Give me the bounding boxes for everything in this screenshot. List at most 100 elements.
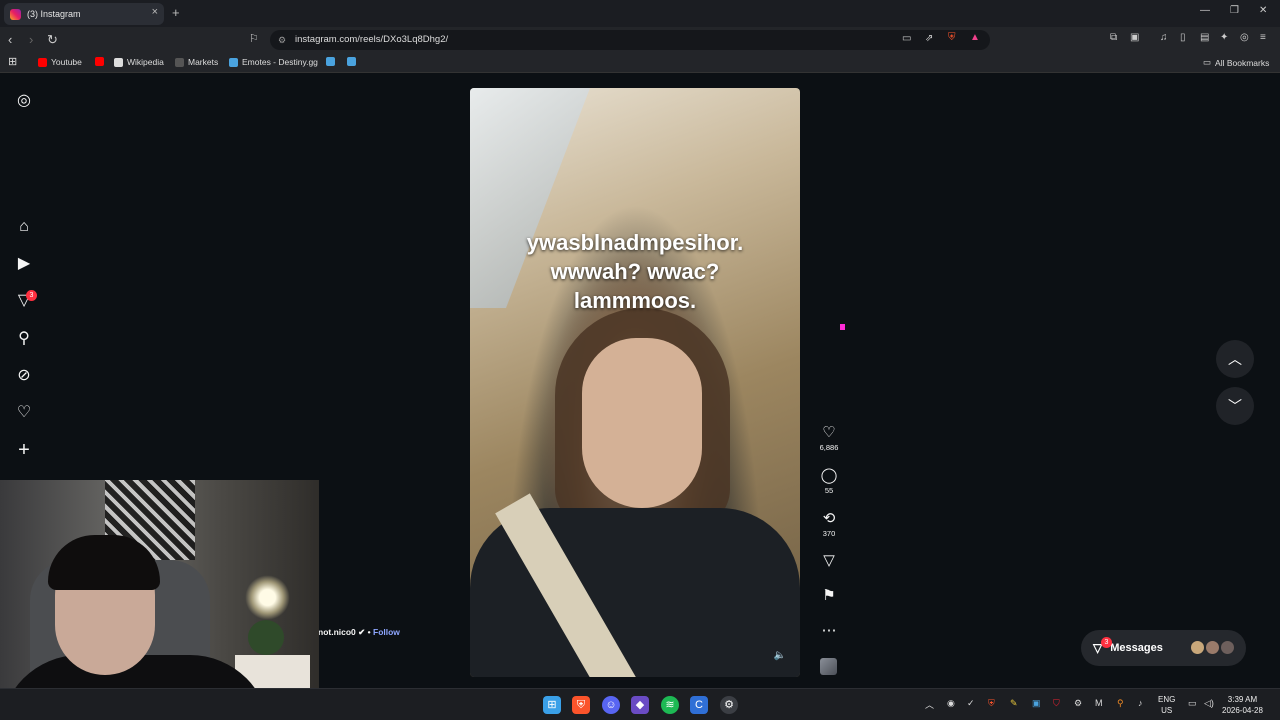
bookmark-youtube[interactable]: Youtube: [38, 57, 82, 67]
like-icon[interactable]: ♡: [815, 424, 843, 442]
close-window-icon[interactable]: ✕: [1259, 5, 1267, 16]
tray-app-icon[interactable]: ▣: [1032, 698, 1041, 709]
bookmark-label: Youtube: [51, 57, 82, 67]
network-icon[interactable]: ▭: [1188, 698, 1197, 709]
browser-tab[interactable]: (3) Instagram ×: [4, 3, 164, 25]
video-face: [582, 338, 702, 508]
plant: [248, 620, 284, 655]
steam-app-icon[interactable]: ⚙: [720, 696, 738, 714]
forward-icon[interactable]: ›: [29, 32, 33, 47]
volume-icon[interactable]: 🔈: [774, 650, 786, 661]
brave-shields-icon[interactable]: ⛨: [948, 32, 956, 43]
bookmark-icon[interactable]: ⚐: [249, 32, 259, 45]
destiny-icon: [347, 57, 356, 66]
bookmark-destiny-emotes[interactable]: Emotes - Destiny.gg: [229, 57, 318, 67]
more-options-icon[interactable]: ⋯: [815, 622, 843, 640]
instagram-logo-icon[interactable]: ◎: [15, 92, 33, 110]
messages-label: Messages: [1110, 642, 1163, 654]
bookmark-save-icon[interactable]: ⚑: [815, 587, 843, 605]
bookmark-destiny-1[interactable]: [326, 57, 335, 66]
tray-steam-icon[interactable]: ✓: [967, 698, 975, 709]
more-action[interactable]: ⋯: [815, 622, 843, 640]
new-tab-icon[interactable]: +: [172, 5, 180, 20]
send-icon[interactable]: ▽: [815, 552, 843, 570]
start-windows-icon[interactable]: ⊞: [543, 696, 561, 714]
c-app-icon[interactable]: C: [690, 696, 708, 714]
address-toolbar: ‹ › ↻ ⚐ ⚙ instagram.com/reels/DXo3Lq8Dhg…: [0, 27, 1280, 53]
brave-rewards-icon[interactable]: ▲: [970, 32, 980, 43]
next-reel-button[interactable]: ﹀: [1216, 387, 1254, 425]
audio-thumbnail[interactable]: [820, 658, 837, 675]
bookmark-wikipedia[interactable]: Wikipedia: [114, 57, 164, 67]
explore-icon[interactable]: ⊘: [15, 367, 33, 385]
system-clock[interactable]: 3:39 AM 2026-04-28: [1222, 694, 1263, 716]
repost-action[interactable]: ⟲ 370: [815, 510, 843, 538]
tray-search-icon[interactable]: ⚲: [1117, 698, 1124, 709]
cast-icon[interactable]: ▭: [902, 33, 911, 44]
language-code: ENG: [1158, 695, 1176, 704]
extensions-icon[interactable]: ⧉: [1110, 32, 1117, 43]
reels-icon[interactable]: ▶: [15, 255, 33, 273]
apps-grid-icon[interactable]: ⊞: [8, 55, 17, 68]
wallet-icon[interactable]: ▤: [1200, 32, 1209, 43]
all-bookmarks-label: All Bookmarks: [1215, 57, 1270, 68]
microphone-icon[interactable]: ♪: [1138, 698, 1143, 708]
chevron-down-icon: ﹀: [1228, 398, 1242, 414]
spotify-app-icon[interactable]: ≋: [661, 696, 679, 714]
discord-app-icon[interactable]: ☺: [602, 696, 620, 714]
site-info-icon[interactable]: ⚙: [278, 35, 286, 46]
tray-app-icon[interactable]: ✎: [1010, 698, 1018, 709]
like-count: 6,886: [819, 443, 839, 452]
clock-date: 2026-04-28: [1222, 706, 1263, 715]
url-bar[interactable]: ⚙ instagram.com/reels/DXo3Lq8Dhg2/ ▭ ⇗ ⛨…: [270, 30, 990, 50]
tray-shield-icon[interactable]: ⛉: [1053, 698, 1060, 709]
like-action[interactable]: ♡ 6,886: [815, 424, 843, 452]
reel-video[interactable]: ywasblnadmpesihor. wwwah? wwac? lammmoos…: [470, 88, 800, 677]
brave-app-icon[interactable]: ⛨: [572, 696, 590, 714]
vpn-icon[interactable]: ◎: [1240, 32, 1249, 43]
tray-app-icon[interactable]: ◉: [947, 698, 955, 709]
restore-icon[interactable]: ❐: [1230, 5, 1239, 16]
comment-action[interactable]: ◯ 55: [815, 467, 843, 495]
reload-icon[interactable]: ↻: [47, 32, 58, 48]
tray-app-icon[interactable]: ⚙: [1074, 698, 1082, 709]
menu-icon[interactable]: ≡: [1260, 32, 1266, 43]
verified-icon: ✔: [358, 627, 368, 637]
search-icon[interactable]: ⚲: [15, 330, 33, 348]
bookmark-markets[interactable]: Markets: [175, 57, 218, 67]
media-icon[interactable]: ♫: [1160, 32, 1168, 43]
speaker-icon[interactable]: ◁): [1204, 698, 1214, 709]
obsidian-app-icon[interactable]: ◆: [631, 696, 649, 714]
leo-ai-icon[interactable]: ✦: [1220, 32, 1228, 43]
create-icon[interactable]: +: [15, 440, 33, 460]
bookmark-label: Emotes - Destiny.gg: [242, 57, 318, 67]
repost-icon[interactable]: ⟲: [815, 510, 843, 528]
share-action[interactable]: ▽: [815, 552, 843, 570]
tray-mail-icon[interactable]: M: [1095, 698, 1103, 708]
windows-taskbar: ⊞ ⛨ ☺ ◆ ≋ C ⚙ ︿ ◉ ✓ ⛨ ✎ ▣ ⛉ ⚙ M ⚲ ♪ ENG …: [0, 688, 1280, 720]
back-icon[interactable]: ‹: [8, 32, 12, 47]
sidebar-toggle-icon[interactable]: ▯: [1180, 32, 1186, 43]
share-icon[interactable]: ⇗: [925, 33, 933, 44]
wikipedia-icon: [114, 57, 123, 67]
minimize-icon[interactable]: —: [1200, 5, 1210, 16]
bookmark-youtube-icon-only[interactable]: [95, 57, 104, 66]
home-icon[interactable]: ⌂: [15, 218, 33, 236]
tray-overflow-icon[interactable]: ︿: [925, 698, 934, 711]
all-bookmarks[interactable]: ▭ All Bookmarks: [1203, 57, 1269, 68]
bookmarks-bar: ⊞ Youtube Wikipedia Markets Emotes - Des…: [0, 53, 1280, 73]
youtube-icon: [95, 57, 104, 66]
bookmark-destiny-2[interactable]: [347, 57, 356, 66]
language-indicator[interactable]: ENG US: [1158, 694, 1175, 716]
region-code: US: [1161, 706, 1173, 715]
destiny-icon: [229, 57, 238, 67]
previous-reel-button[interactable]: ︿: [1216, 340, 1254, 378]
comment-icon[interactable]: ◯: [815, 467, 843, 485]
author-username[interactable]: not.nico0: [318, 627, 356, 637]
close-tab-icon[interactable]: ×: [152, 6, 158, 18]
save-action[interactable]: ⚑: [815, 587, 843, 605]
screenshot-icon[interactable]: ▣: [1130, 32, 1139, 43]
follow-button[interactable]: Follow: [373, 627, 400, 637]
tray-brave-icon[interactable]: ⛨: [988, 698, 995, 709]
heart-icon[interactable]: ♡: [15, 404, 33, 422]
